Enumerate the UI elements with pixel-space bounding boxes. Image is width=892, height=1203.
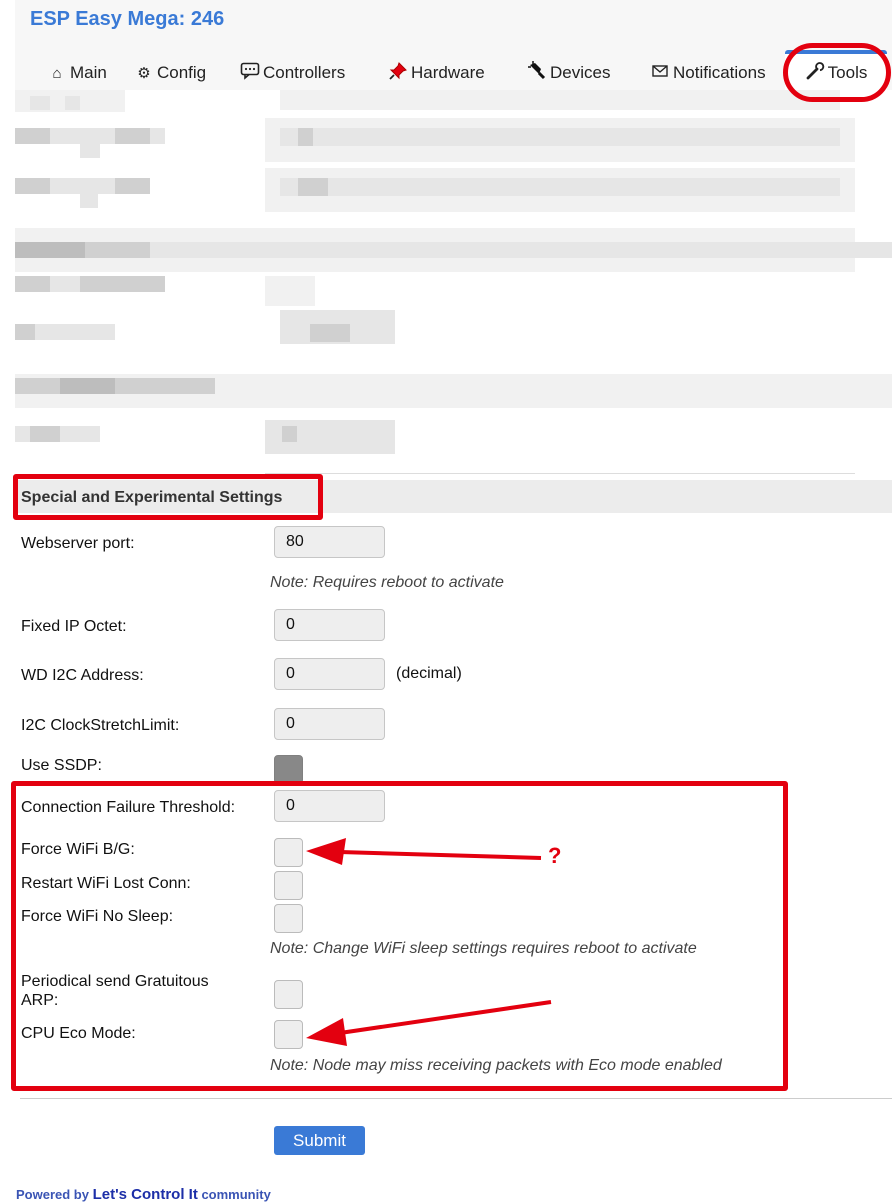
annotation-arrows [306,838,552,1046]
annotation-question-mark: ? [548,843,562,868]
